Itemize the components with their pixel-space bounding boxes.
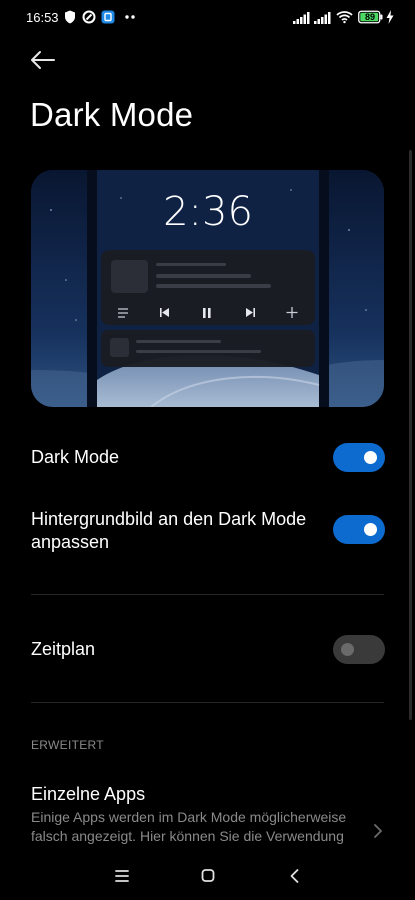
wifi-icon [336,11,353,24]
schedule-label: Zeitplan [31,639,96,659]
page-title: Dark Mode [30,96,194,133]
preview-clock: 2:36 [163,189,253,235]
chevron-right-icon [374,824,382,838]
status-bar: 16:53 89 [0,0,415,36]
status-time: 16:53 [26,10,59,25]
individual-apps-title: Einzelne Apps [31,784,146,804]
schedule-toggle[interactable] [333,635,385,664]
divider [31,594,384,595]
wallpaper-label: Hintergrundbild an den Dark Mode [31,509,307,529]
battery-level: 89 [364,12,375,22]
wallpaper-toggle[interactable] [333,515,385,544]
recents-icon[interactable] [110,866,134,886]
dark-mode-toggle[interactable] [333,443,385,472]
home-icon[interactable] [196,866,220,886]
section-header-advanced: ERWEITERT [31,738,104,752]
toggle-knob [364,451,377,464]
toggle-knob [341,643,354,656]
back-button[interactable] [26,44,62,76]
dark-mode-preview: 2:36 [31,170,384,407]
app-notification-icon [101,10,115,24]
individual-apps-description: Einige Apps werden im Dark Mode mögliche… [31,809,347,850]
scrollbar[interactable] [409,150,412,720]
toggle-knob [364,523,377,536]
wallpaper-label-line2: anpassen [31,532,110,552]
signal-icon [293,12,310,24]
charging-icon [386,10,394,24]
shield-icon [65,10,75,24]
vpn-icon [82,10,96,24]
dark-mode-label: Dark Mode [31,447,120,467]
back-icon[interactable] [283,866,307,886]
arrow-left-icon [31,51,55,69]
more-dots-icon [125,15,135,19]
preview-illustration: 2:36 [31,170,384,407]
signal-icon [314,12,331,24]
navigation-bar [0,852,415,900]
divider [31,702,384,703]
